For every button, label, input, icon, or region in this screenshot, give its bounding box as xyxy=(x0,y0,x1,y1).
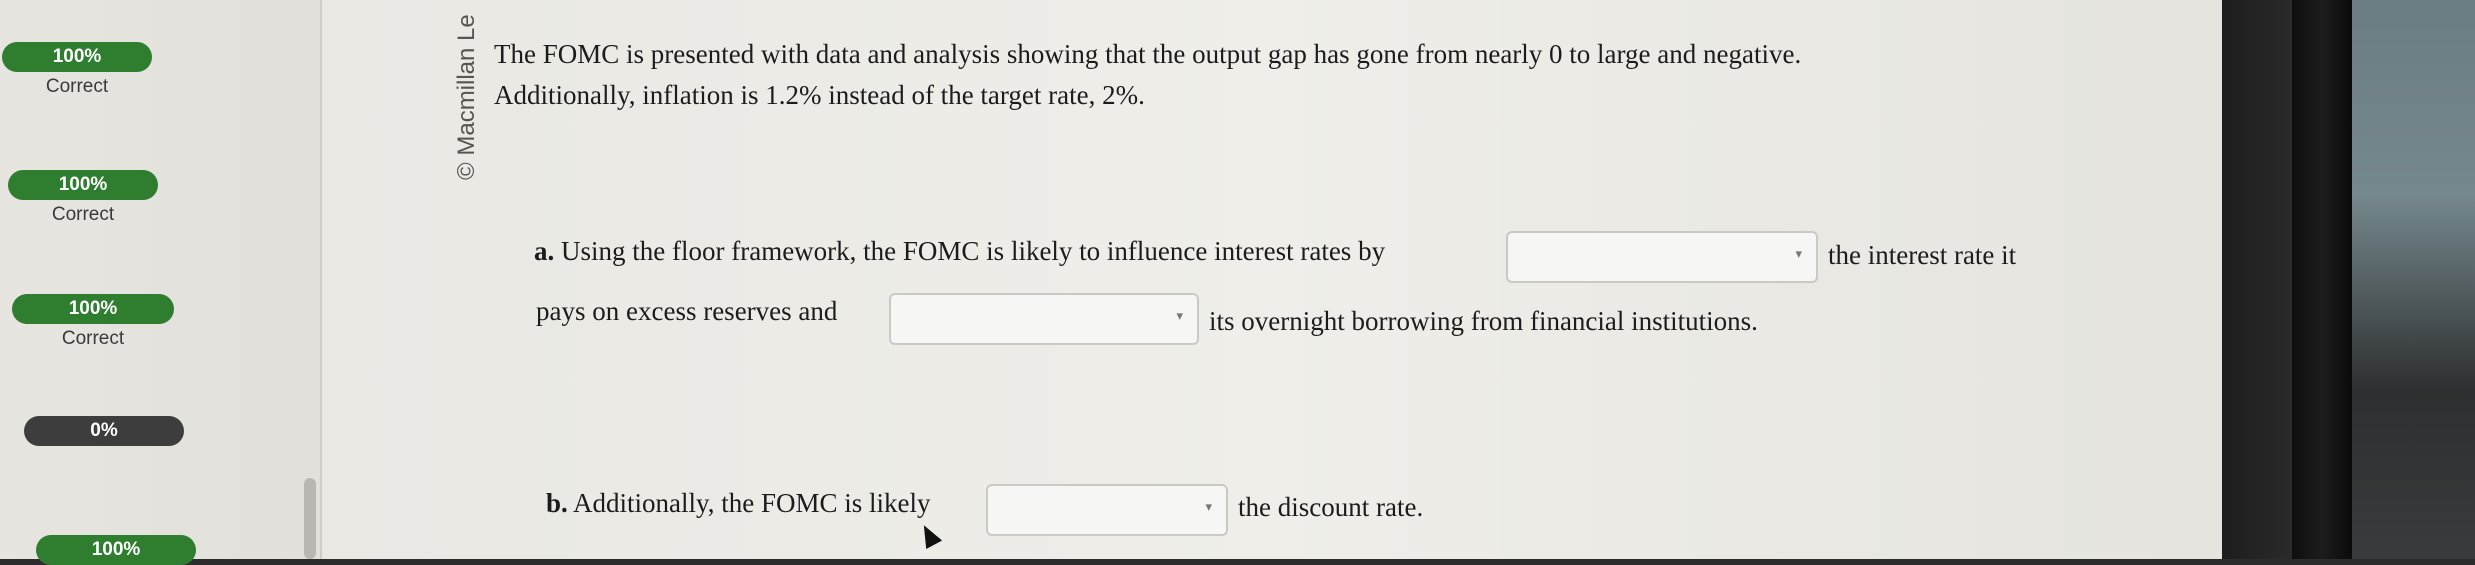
score-sidebar: 100% Correct 100% Correct 100% Correct 0… xyxy=(0,0,322,565)
score-status: Correct xyxy=(51,204,115,225)
score-badge: 100% xyxy=(8,170,158,200)
score-item-1[interactable]: 100% Correct xyxy=(2,42,152,98)
score-badge: 100% xyxy=(36,535,196,565)
part-a-text-4: its overnight borrowing from financial i… xyxy=(1209,306,1758,336)
part-a-text-1: a. Using the floor framework, the FOMC i… xyxy=(534,236,1386,266)
part-a-text-2: the interest rate it xyxy=(1828,240,2017,270)
score-badge: 0% xyxy=(24,416,184,446)
part-a-text-3: pays on excess reserves and xyxy=(536,296,838,326)
score-item-4[interactable]: 0% xyxy=(24,416,184,446)
score-status: Correct xyxy=(45,76,109,97)
part-b-text-1: b. Additionally, the FOMC is likely xyxy=(546,488,931,518)
question-intro-line-2: Additionally, inflation is 1.2% instead … xyxy=(494,80,1145,110)
score-badge: 100% xyxy=(2,42,152,72)
question-intro-line-1: The FOMC is presented with data and anal… xyxy=(494,39,1802,69)
score-status: Correct xyxy=(61,328,125,349)
part-b-dropdown[interactable]: ▾ xyxy=(986,484,1228,536)
background-surface xyxy=(2352,0,2475,559)
sidebar-scrollbar[interactable] xyxy=(304,478,316,559)
part-b-text-2: the discount rate. xyxy=(1238,492,1424,522)
part-b-label: b. xyxy=(546,488,568,518)
screen-bezel xyxy=(2222,0,2292,559)
part-a-dropdown-1[interactable]: ▾ xyxy=(1506,231,1818,283)
screen-bezel-edge xyxy=(2292,0,2352,559)
part-a-dropdown-2[interactable]: ▾ xyxy=(889,293,1199,345)
chevron-down-icon: ▾ xyxy=(1795,247,1802,262)
score-item-3[interactable]: 100% Correct xyxy=(12,294,174,350)
score-item-2[interactable]: 100% Correct xyxy=(8,170,158,226)
score-badge: 100% xyxy=(12,294,174,324)
score-item-5[interactable]: 100% xyxy=(36,535,196,565)
copyright-watermark: © Macmillan Le xyxy=(453,14,480,180)
part-a-label: a. xyxy=(534,236,555,266)
chevron-down-icon: ▾ xyxy=(1176,309,1183,324)
chevron-down-icon: ▾ xyxy=(1205,500,1212,515)
